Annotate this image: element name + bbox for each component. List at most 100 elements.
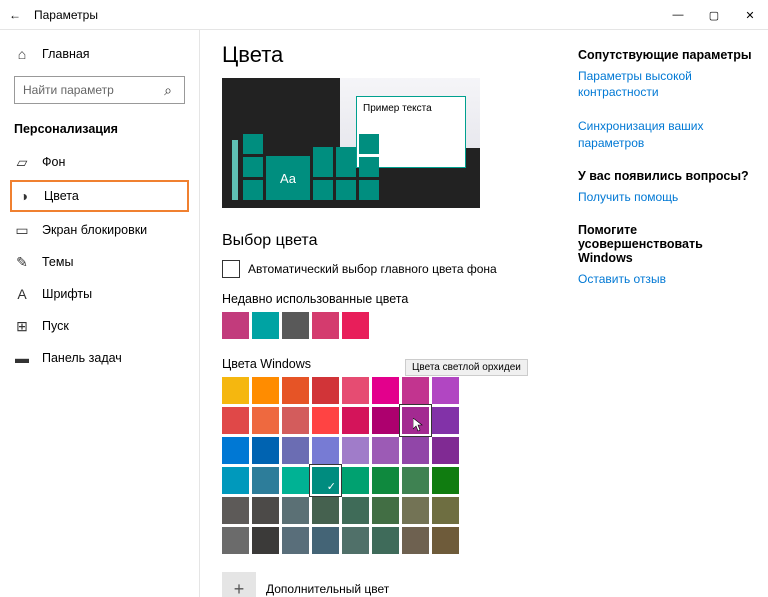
window-title: Параметры: [34, 8, 98, 22]
section-heading: Персонализация: [0, 118, 199, 146]
related-heading: Сопутствующие параметры: [578, 48, 752, 62]
nav-icon: ◑: [16, 188, 32, 204]
checkbox-icon: [222, 260, 240, 278]
windows-color[interactable]: [252, 377, 279, 404]
custom-color-label: Дополнительный цвет: [266, 582, 389, 596]
help-link[interactable]: Получить помощь: [578, 189, 752, 205]
sidebar-item-3[interactable]: ✎Темы: [0, 246, 199, 278]
windows-color[interactable]: [282, 407, 309, 434]
sidebar: ⌂ Главная Найти параметр ⌕ Персонализаци…: [0, 30, 200, 597]
windows-color[interactable]: [282, 437, 309, 464]
windows-color[interactable]: [252, 497, 279, 524]
recent-color[interactable]: [342, 312, 369, 339]
page-title: Цвета: [222, 42, 558, 68]
sync-link[interactable]: Синхронизация ваших параметров: [578, 118, 752, 150]
windows-color[interactable]: [342, 377, 369, 404]
search-icon: ⌕: [160, 82, 176, 98]
home-label: Главная: [42, 47, 90, 61]
recent-color[interactable]: [222, 312, 249, 339]
high-contrast-link[interactable]: Параметры высокой контрастности: [578, 68, 752, 100]
windows-color[interactable]: [312, 437, 339, 464]
minimize-button[interactable]: —: [660, 0, 696, 30]
windows-color[interactable]: [312, 527, 339, 554]
auto-pick-checkbox[interactable]: Автоматический выбор главного цвета фона: [222, 260, 558, 278]
windows-colors-grid: Цвета светлой орхидеи: [222, 377, 558, 554]
sidebar-item-1[interactable]: ◑Цвета: [10, 180, 189, 212]
windows-color[interactable]: [372, 377, 399, 404]
choose-color-heading: Выбор цвета: [222, 232, 558, 250]
windows-color[interactable]: [402, 377, 429, 404]
windows-color[interactable]: [222, 497, 249, 524]
color-tooltip: Цвета светлой орхидеи: [405, 359, 528, 376]
windows-color[interactable]: [402, 407, 429, 434]
recent-color[interactable]: [312, 312, 339, 339]
windows-color[interactable]: [222, 377, 249, 404]
recent-color[interactable]: [252, 312, 279, 339]
nav-icon: ✎: [14, 254, 30, 270]
windows-color[interactable]: [372, 407, 399, 434]
nav-icon: ▭: [14, 222, 30, 238]
windows-color[interactable]: [402, 467, 429, 494]
sidebar-item-2[interactable]: ▭Экран блокировки: [0, 214, 199, 246]
custom-color-button[interactable]: +: [222, 572, 256, 597]
windows-color[interactable]: [252, 527, 279, 554]
recent-label: Недавно использованные цвета: [222, 292, 558, 306]
questions-heading: У вас появились вопросы?: [578, 169, 752, 183]
windows-color[interactable]: [372, 437, 399, 464]
windows-color[interactable]: [222, 407, 249, 434]
windows-color[interactable]: [312, 497, 339, 524]
improve-heading: Помогите усовершенствовать Windows: [578, 223, 752, 265]
windows-color[interactable]: [342, 527, 369, 554]
home-icon: ⌂: [14, 46, 30, 62]
windows-color[interactable]: [222, 437, 249, 464]
windows-color[interactable]: [372, 467, 399, 494]
windows-color[interactable]: [402, 527, 429, 554]
feedback-link[interactable]: Оставить отзыв: [578, 271, 752, 287]
home-link[interactable]: ⌂ Главная: [0, 38, 199, 70]
color-preview: Пример текста Aa: [222, 78, 480, 208]
windows-color[interactable]: [312, 467, 339, 494]
windows-color[interactable]: [312, 377, 339, 404]
windows-color[interactable]: [372, 497, 399, 524]
sidebar-item-4[interactable]: AШрифты: [0, 278, 199, 310]
maximize-button[interactable]: ▢: [696, 0, 732, 30]
windows-color[interactable]: [432, 437, 459, 464]
windows-color[interactable]: [402, 497, 429, 524]
sidebar-item-5[interactable]: ⊞Пуск: [0, 310, 199, 342]
windows-color[interactable]: [282, 467, 309, 494]
recent-colors-row: [222, 312, 558, 339]
search-input[interactable]: Найти параметр ⌕: [14, 76, 185, 104]
windows-color[interactable]: [432, 467, 459, 494]
close-button[interactable]: ✕: [732, 0, 768, 30]
windows-color[interactable]: [342, 407, 369, 434]
main-content: Цвета Пример текста Aa Выбор цвета Автом…: [200, 30, 578, 597]
windows-color[interactable]: [432, 527, 459, 554]
nav-icon: A: [14, 286, 30, 302]
windows-color[interactable]: [432, 497, 459, 524]
windows-color[interactable]: [282, 377, 309, 404]
windows-color[interactable]: [252, 467, 279, 494]
windows-color[interactable]: [252, 407, 279, 434]
sidebar-item-0[interactable]: ▱Фон: [0, 146, 199, 178]
windows-color[interactable]: [342, 437, 369, 464]
windows-color[interactable]: [222, 527, 249, 554]
windows-color[interactable]: [402, 437, 429, 464]
recent-color[interactable]: [282, 312, 309, 339]
windows-color[interactable]: [222, 467, 249, 494]
search-placeholder: Найти параметр: [23, 83, 114, 97]
nav-icon: ▬: [14, 350, 30, 366]
windows-color[interactable]: [432, 407, 459, 434]
windows-color[interactable]: [282, 497, 309, 524]
windows-color[interactable]: [372, 527, 399, 554]
windows-color[interactable]: [432, 377, 459, 404]
windows-color[interactable]: [312, 407, 339, 434]
nav-icon: ▱: [14, 154, 30, 170]
related-panel: Сопутствующие параметры Параметры высоко…: [578, 30, 768, 597]
nav-icon: ⊞: [14, 318, 30, 334]
sidebar-item-6[interactable]: ▬Панель задач: [0, 342, 199, 374]
windows-color[interactable]: [342, 467, 369, 494]
back-button[interactable]: ←: [0, 0, 30, 30]
windows-color[interactable]: [252, 437, 279, 464]
windows-color[interactable]: [282, 527, 309, 554]
windows-color[interactable]: [342, 497, 369, 524]
